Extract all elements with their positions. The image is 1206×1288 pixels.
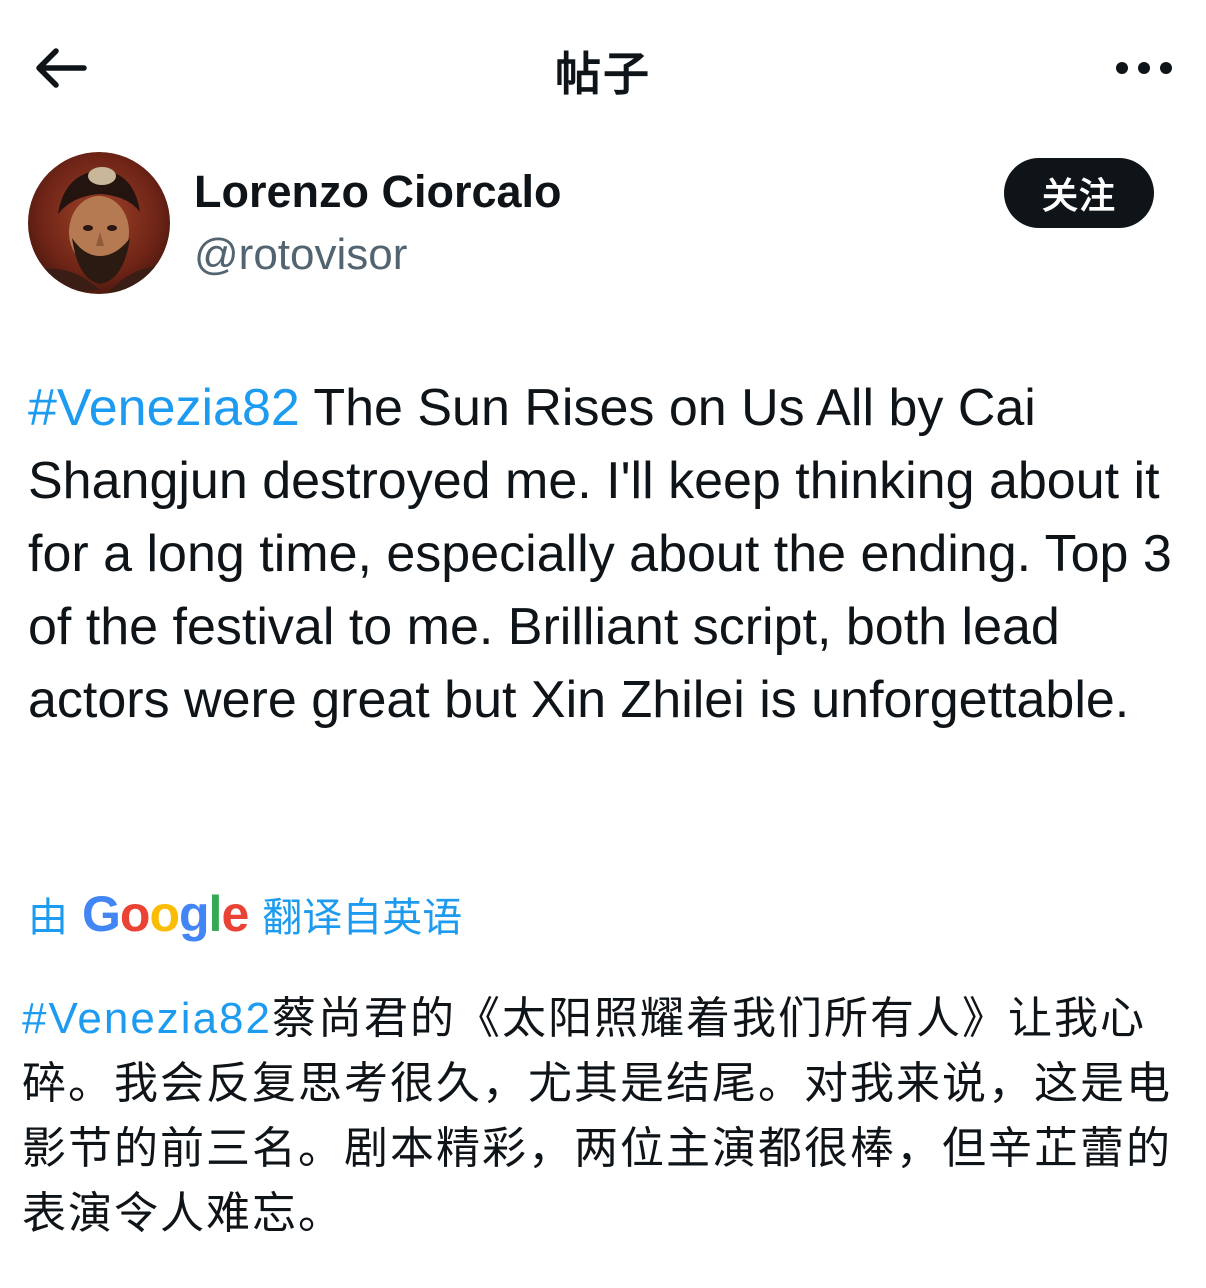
post-detail-page: 帖子 Lorenzo Ciorcalo @rotovisor 关注 #Venez… [0,0,1206,1288]
google-letter: l [208,886,223,942]
top-bar: 帖子 [0,0,1206,130]
google-logo: G o o g l e [82,885,249,943]
page-title: 帖子 [555,48,651,100]
google-letter: G [82,886,121,942]
google-letter: o [149,886,180,942]
translated-text: #Venezia82蔡尚君的《太阳照耀着我们所有人》让我心碎。我会反复思考很久，… [22,986,1182,1246]
follow-button[interactable]: 关注 [1004,158,1154,228]
translation-attribution[interactable]: 由 G o o g l e 翻译自英语 [28,882,462,946]
google-letter: e [221,886,249,942]
avatar-portrait [28,152,170,294]
more-horizontal-icon [1116,62,1172,74]
translated-hashtag-link[interactable]: #Venezia82 [22,994,272,1043]
hashtag-link[interactable]: #Venezia82 [28,379,300,437]
author-row: Lorenzo Ciorcalo @rotovisor 关注 [28,152,1178,296]
author-name[interactable]: Lorenzo Ciorcalo [194,166,562,218]
avatar[interactable] [28,152,170,294]
more-options-button[interactable] [1110,40,1178,96]
google-letter: g [179,886,210,942]
author-handle[interactable]: @rotovisor [194,230,407,280]
translation-suffix: 翻译自英语 [262,896,463,940]
post-text: #Venezia82 The Sun Rises on Us All by Ca… [28,372,1178,737]
translation-prefix: 由 [28,896,68,940]
google-letter: o [119,886,151,942]
